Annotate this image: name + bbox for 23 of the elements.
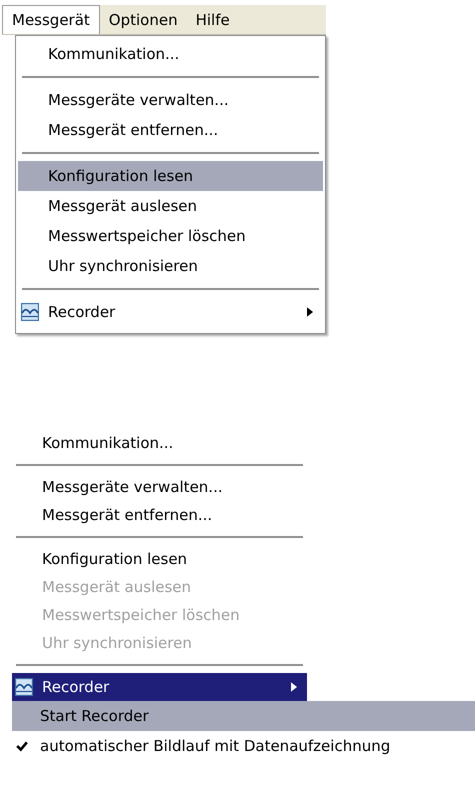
menu-item[interactable]: Uhr synchronisieren [18,251,323,281]
menu-item[interactable]: Konfiguration lesen [12,545,307,573]
waveform-icon [15,678,33,696]
menu-item[interactable]: Konfiguration lesen [18,161,323,191]
menu-title[interactable]: Messgerät [2,5,100,34]
menu-item[interactable]: Start Recorder [12,701,475,731]
checkmark-icon [16,740,28,752]
menu-item[interactable]: Recorder [12,673,307,701]
menu-item[interactable]: Kommunikation... [18,39,323,69]
waveform-icon [21,303,39,321]
menu-item[interactable]: Recorder [18,297,323,327]
menu-item[interactable]: automatischer Bildlauf mit Datenaufzeichnung [12,731,475,761]
menu-item[interactable]: Messgerät entfernen... [12,501,307,529]
submenu-arrow-icon [307,307,313,317]
menu-item[interactable]: Messgerät entfernen... [18,115,323,145]
submenu-arrow-icon [291,682,297,692]
menu-item[interactable]: Messgerät auslesen [18,191,323,221]
menu-title[interactable]: Optionen [100,5,187,34]
menu-item[interactable]: Messwertspeicher löschen [18,221,323,251]
menu-item[interactable]: Messgeräte verwalten... [18,85,323,115]
menu-title[interactable]: Hilfe [186,5,239,34]
menu-item[interactable]: Kommunikation... [12,429,307,457]
menu-item[interactable]: Messgeräte verwalten... [12,473,307,501]
